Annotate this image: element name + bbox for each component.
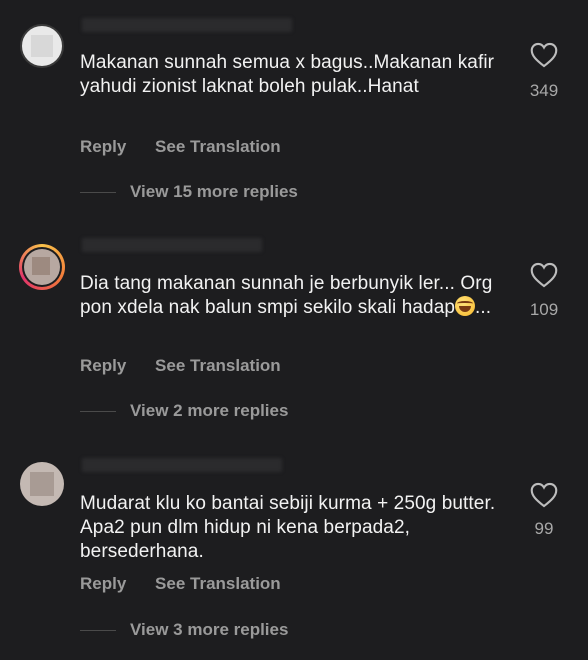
view-more-replies-label[interactable]: View 15 more replies [130,182,298,202]
username-redacted [82,238,262,252]
username-redacted [82,458,282,472]
like-count: 349 [529,81,559,100]
user-avatar[interactable] [20,462,64,506]
view-more-replies[interactable]: View 2 more replies [80,401,288,421]
reply-button[interactable]: Reply [80,137,126,156]
comment-text: Mudarat klu ko bantai sebiji kurma + 250… [80,493,496,562]
username-redacted [82,18,292,32]
reply-button[interactable]: Reply [80,574,126,593]
comment-actions: Reply See Translation [80,356,281,376]
view-more-replies-label[interactable]: View 3 more replies [130,620,288,640]
user-avatar[interactable] [19,244,65,290]
comment-3: Mudarat klu ko bantai sebiji kurma + 250… [0,440,588,660]
comment-thread: Makanan sunnah semua x bagus..Makanan ka… [0,0,588,660]
see-translation-button[interactable]: See Translation [155,574,281,593]
comment-text-main: Dia tang makanan sunnah je berbunyik ler… [80,273,493,318]
comment-1: Makanan sunnah semua x bagus..Makanan ka… [0,0,588,220]
view-more-replies[interactable]: View 3 more replies [80,620,288,640]
comment-2: Dia tang makanan sunnah je berbunyik ler… [0,220,588,440]
see-translation-button[interactable]: See Translation [155,137,281,156]
heart-outline-icon[interactable] [530,42,558,68]
see-translation-button[interactable]: See Translation [155,356,281,375]
comment-text: Makanan sunnah semua x bagus..Makanan ka… [80,52,495,97]
view-more-replies-label[interactable]: View 2 more replies [130,401,288,421]
comment-text-ellipsis: ... [475,297,492,318]
heart-outline-icon[interactable] [530,482,558,508]
view-more-replies[interactable]: View 15 more replies [80,182,298,202]
like-count: 99 [534,519,554,538]
comment-actions: Reply See Translation [80,574,281,594]
comment-actions: Reply See Translation [80,137,281,157]
reply-button[interactable]: Reply [80,356,126,375]
heart-outline-icon[interactable] [530,262,558,288]
comment-text: Dia tang makanan sunnah je berbunyik ler… [80,272,520,320]
grinning-sweat-emoji [455,296,476,316]
like-count: 109 [529,300,559,319]
user-avatar[interactable] [20,24,64,68]
